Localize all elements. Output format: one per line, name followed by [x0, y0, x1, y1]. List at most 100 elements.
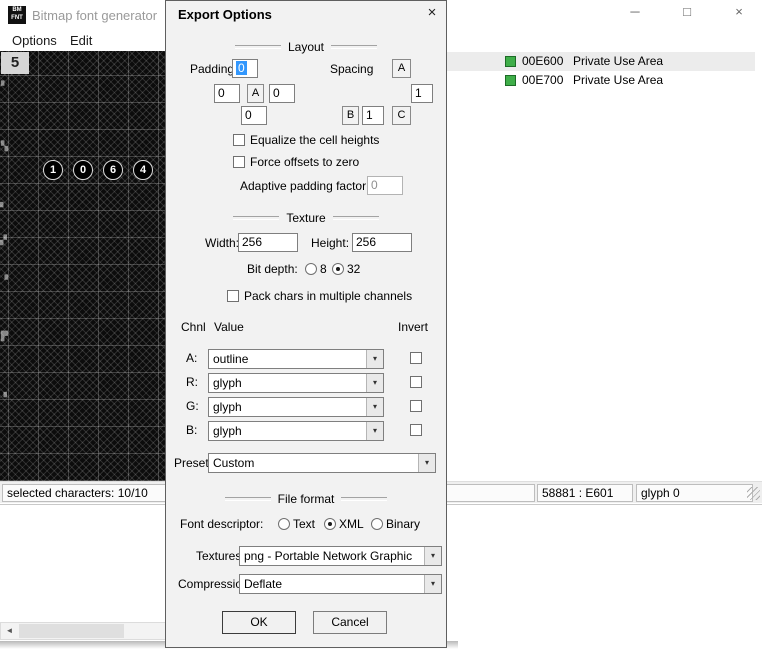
channel-r-label: R:	[186, 375, 198, 389]
descriptor-binary-label: Binary	[386, 517, 421, 531]
etched-line	[224, 497, 271, 501]
channel-a-select[interactable]: outline ▾	[208, 349, 384, 369]
edge-glyph-mark: ▖	[0, 197, 7, 207]
padding-label: Padding	[190, 62, 235, 76]
block-color-icon	[505, 75, 516, 86]
block-color-icon	[505, 56, 516, 67]
channel-header-chnl: Chnl	[181, 320, 206, 334]
presets-select[interactable]: Custom ▾	[208, 453, 436, 473]
minimize-icon[interactable]: ─	[626, 4, 644, 19]
dialog-close-icon[interactable]: ×	[423, 4, 441, 22]
channel-g-invert-checkbox[interactable]	[410, 400, 422, 412]
file-format-group-header: File format	[166, 492, 446, 506]
spacing-vertical-input[interactable]: 1	[411, 84, 433, 103]
equalize-checkbox[interactable]	[233, 134, 245, 146]
texture-height-label: Height:	[311, 236, 350, 250]
dropdown-arrow-icon[interactable]: ▾	[366, 398, 383, 416]
padding-right-input[interactable]: 0	[269, 84, 295, 103]
channel-g-label: G:	[186, 399, 199, 413]
screen: BM FNT Bitmap font generator ─ □ × Optio…	[0, 0, 762, 649]
dropdown-arrow-icon[interactable]: ▾	[424, 547, 441, 565]
force-offsets-checkbox[interactable]	[233, 156, 245, 168]
padding-top-input[interactable]: 0	[232, 59, 258, 78]
adaptive-padding-input[interactable]: 0	[367, 176, 403, 195]
descriptor-binary-radio[interactable]	[371, 518, 383, 530]
channel-a-invert-checkbox[interactable]	[410, 352, 422, 364]
padding-bottom-input[interactable]: 0	[241, 106, 267, 125]
channel-header-invert: Invert	[398, 320, 429, 334]
descriptor-xml-radio[interactable]	[324, 518, 336, 530]
bit-depth-label: Bit depth:	[247, 262, 298, 276]
texture-height-input[interactable]: 256	[352, 233, 412, 252]
menu-item-edit[interactable]: Edit	[70, 33, 92, 48]
cancel-button[interactable]: Cancel	[313, 611, 387, 634]
scrollbar-thumb[interactable]	[19, 624, 124, 638]
unicode-block-row[interactable]: 00E700 Private Use Area	[447, 71, 755, 90]
glyph-cell-circled-6[interactable]: 6	[103, 160, 123, 180]
channel-a-label: A:	[186, 351, 198, 365]
edge-glyph-mark: ▘	[1, 81, 8, 91]
export-options-dialog: Export Options × Layout Padding 0 Spacin…	[165, 0, 447, 648]
unicode-block-list: 00E600 Private Use Area 00E700 Private U…	[447, 51, 760, 481]
bit-depth-8-label: 8	[320, 262, 327, 276]
edge-glyph-mark: ▞	[0, 235, 7, 245]
channel-r-select[interactable]: glyph ▾	[208, 373, 384, 393]
block-code: 00E700	[522, 73, 564, 87]
edge-glyph-mark: ▛	[1, 331, 8, 341]
descriptor-xml-label: XML	[339, 517, 364, 531]
app-icon-text-bottom: FNT	[11, 15, 23, 21]
window-title: Bitmap font generator	[32, 8, 158, 23]
channel-header-value: Value	[214, 320, 244, 334]
window-controls: ─ □ ×	[626, 4, 748, 19]
etched-line	[234, 45, 281, 49]
glyph-preview-cell[interactable]: 5	[1, 52, 29, 74]
channel-r-invert-checkbox[interactable]	[410, 376, 422, 388]
close-icon[interactable]: ×	[730, 4, 748, 19]
glyph-grid[interactable]: 5 1 0 6 4 ▘ ▚ ▖ ▞ ▝ ▛ ▗	[0, 51, 165, 481]
status-glyph-name: glyph 0	[636, 484, 753, 502]
dropdown-arrow-icon[interactable]: ▾	[418, 454, 435, 472]
compression-select[interactable]: Deflate ▾	[239, 574, 442, 594]
channel-g-select[interactable]: glyph ▾	[208, 397, 384, 417]
padding-left-input[interactable]: 0	[214, 84, 240, 103]
block-code: 00E600	[522, 54, 564, 68]
edge-glyph-mark: ▚	[1, 141, 8, 151]
bit-depth-32-radio[interactable]	[332, 263, 344, 275]
spacing-horizontal-input[interactable]: 1	[362, 106, 384, 125]
unicode-block-row[interactable]: 00E600 Private Use Area	[447, 52, 755, 71]
menu-item-options[interactable]: Options	[12, 33, 57, 48]
etched-line	[233, 216, 280, 220]
textures-label: Textures:	[196, 549, 245, 563]
maximize-icon[interactable]: □	[678, 4, 696, 19]
dropdown-arrow-icon[interactable]: ▾	[366, 350, 383, 368]
dropdown-arrow-icon[interactable]: ▾	[424, 575, 441, 593]
glyph-cell-circled-4[interactable]: 4	[133, 160, 153, 180]
channel-b-select[interactable]: glyph ▾	[208, 421, 384, 441]
letter-c-box: C	[392, 106, 411, 125]
descriptor-text-radio[interactable]	[278, 518, 290, 530]
channel-b-invert-checkbox[interactable]	[410, 424, 422, 436]
etched-line	[332, 216, 379, 220]
letter-a-box: A	[247, 84, 264, 103]
texture-group-header: Texture	[166, 211, 446, 225]
channel-b-label: B:	[186, 423, 198, 437]
dropdown-arrow-icon[interactable]: ▾	[366, 374, 383, 392]
resize-grip-icon[interactable]	[747, 487, 760, 500]
texture-width-label: Width:	[205, 236, 240, 250]
app-icon-text-top: BM	[12, 7, 22, 13]
adaptive-padding-label: Adaptive padding factor:	[240, 179, 370, 193]
force-offsets-label: Force offsets to zero	[250, 155, 360, 169]
pack-chars-checkbox[interactable]	[227, 290, 239, 302]
layout-group-title: Layout	[287, 40, 325, 54]
file-format-group-title: File format	[277, 492, 335, 506]
glyph-cell-circled-0[interactable]: 0	[73, 160, 93, 180]
scroll-left-icon[interactable]: ◄	[1, 623, 18, 639]
ok-button[interactable]: OK	[222, 611, 296, 634]
edge-glyph-mark: ▝	[1, 275, 8, 285]
textures-select[interactable]: png - Portable Network Graphic ▾	[239, 546, 442, 566]
etched-line	[341, 497, 388, 501]
bit-depth-8-radio[interactable]	[305, 263, 317, 275]
texture-width-input[interactable]: 256	[238, 233, 298, 252]
dropdown-arrow-icon[interactable]: ▾	[366, 422, 383, 440]
glyph-cell-circled-1[interactable]: 1	[43, 160, 63, 180]
